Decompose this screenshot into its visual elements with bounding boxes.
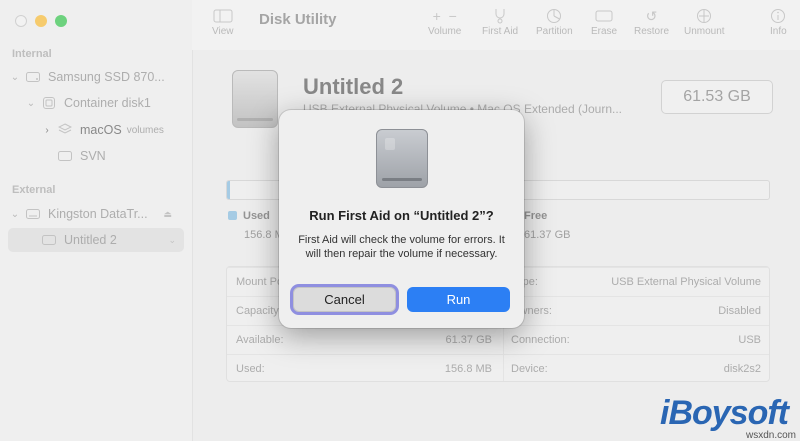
dialog-message: First Aid will check the volume for erro… [298, 234, 505, 260]
site-watermark: wsxdn.com [745, 430, 796, 441]
cancel-button[interactable]: Cancel [293, 287, 396, 312]
disk-utility-window: Internal ⌄ Samsung SSD 870... ⌄ Containe… [0, 0, 800, 441]
dialog-title: Run First Aid on “Untitled 2”? [309, 208, 494, 223]
first-aid-dialog: Run First Aid on “Untitled 2”? First Aid… [279, 110, 524, 328]
iboysoft-watermark: iBoysoft [660, 394, 789, 432]
external-disk-icon [376, 129, 428, 188]
run-button[interactable]: Run [407, 287, 510, 312]
